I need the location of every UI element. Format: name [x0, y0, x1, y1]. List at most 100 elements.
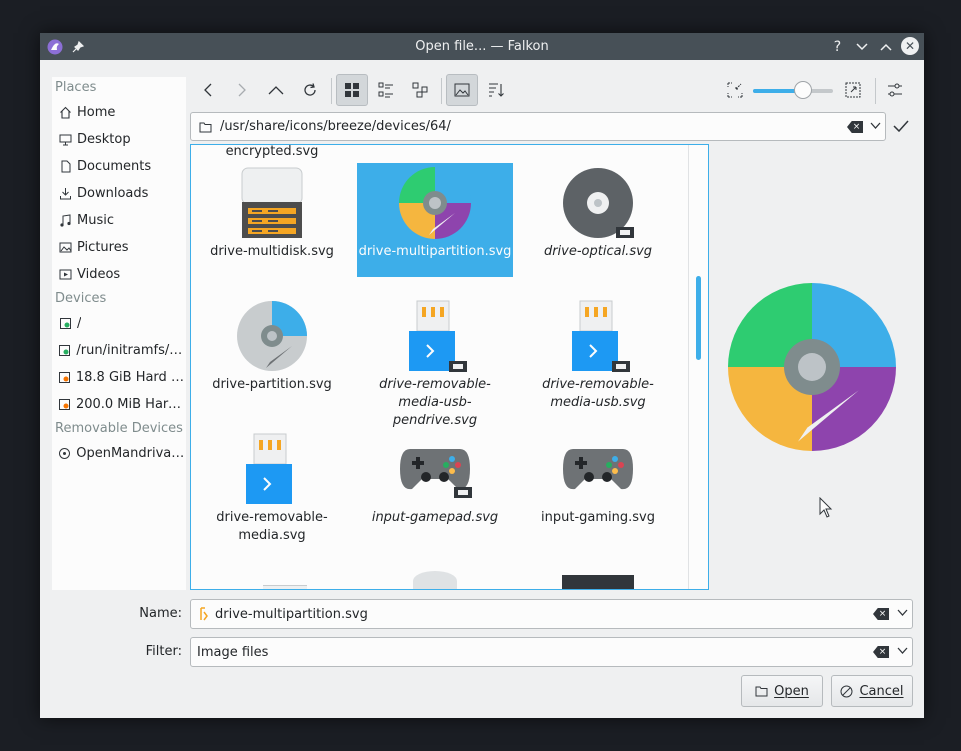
toolbar-separator: [875, 78, 876, 104]
filter-label: Filter:: [145, 644, 182, 659]
chevron-down-icon[interactable]: [897, 607, 908, 620]
gaming-controller-thumbnail: [520, 429, 676, 509]
location-bar[interactable]: /usr/share/icons/breeze/devices/64/ ×: [190, 112, 886, 141]
location-path: /usr/share/icons/breeze/devices/64/: [220, 119, 451, 134]
name-label: Name:: [139, 606, 182, 621]
folder-icon: [199, 121, 212, 133]
toolbar-separator: [331, 78, 332, 104]
place-downloads[interactable]: Downloads: [52, 180, 186, 207]
settings-icon[interactable]: [879, 74, 911, 106]
minimize-icon[interactable]: [852, 37, 871, 56]
drive-icon: [56, 317, 74, 330]
scrollbar-thumb[interactable]: [696, 276, 701, 360]
file-item[interactable]: drive-removable-media.svg: [194, 429, 350, 545]
filename-input[interactable]: drive-multipartition.svg ×: [190, 599, 913, 629]
device-hard-drive-18gib[interactable]: 18.8 GiB Hard D...: [52, 364, 186, 391]
removable-media-thumbnail: [194, 429, 350, 509]
file-name: drive-removable-media.svg: [216, 510, 328, 543]
preview-toggle-icon[interactable]: [446, 74, 478, 106]
mouse-cursor-icon: [819, 496, 833, 523]
tree-view-icon[interactable]: [404, 74, 436, 106]
maximize-icon[interactable]: [876, 37, 895, 56]
help-icon[interactable]: ?: [828, 37, 847, 56]
open-button[interactable]: Open: [741, 675, 823, 707]
zoom-out-icon[interactable]: [719, 74, 751, 106]
close-icon[interactable]: ✕: [901, 37, 919, 55]
drive-multipartition-thumbnail: [357, 163, 513, 243]
file-preview: [728, 283, 896, 451]
removable-openmandriva[interactable]: OpenMandrivaL...: [52, 440, 186, 467]
videos-icon: [56, 268, 74, 281]
title-bar[interactable]: Open file... — Falkon ? ✕: [40, 33, 924, 60]
accept-location-icon[interactable]: [889, 111, 913, 141]
file-name: drive-removable-media-usb.svg: [542, 377, 654, 410]
chevron-down-icon[interactable]: [870, 120, 881, 133]
zoom-in-icon[interactable]: [837, 74, 869, 106]
place-label: Videos: [77, 267, 121, 282]
cancel-button-label: Cancel: [859, 683, 904, 699]
removable-section-header: Removable Devices: [55, 421, 183, 436]
file-item[interactable]: drive-optical.svg: [520, 163, 676, 261]
drive-optical-thumbnail: [520, 163, 676, 243]
place-pictures[interactable]: Pictures: [52, 234, 186, 261]
zoom-slider-handle[interactable]: [793, 81, 812, 99]
file-item[interactable]: input-gaming.svg: [520, 429, 676, 527]
file-view-scrollbar[interactable]: [688, 145, 708, 589]
hard-drive-icon: [56, 371, 73, 384]
devices-section-header: Devices: [55, 291, 107, 306]
file-item[interactable]: drive-removable-media-usb-pendrive.svg: [357, 296, 513, 430]
details-view-icon[interactable]: [370, 74, 402, 106]
file-item[interactable]: input-gamepad.svg: [357, 429, 513, 527]
up-icon[interactable]: [260, 74, 292, 106]
place-label: Desktop: [77, 132, 131, 147]
documents-icon: [56, 160, 74, 173]
file-view[interactable]: encrypted.svg drive-multidisk.svg drive-…: [190, 144, 709, 590]
file-name: drive-multidisk.svg: [210, 244, 334, 259]
place-videos[interactable]: Videos: [52, 261, 186, 288]
clear-filter-icon[interactable]: ×: [873, 646, 889, 658]
place-music[interactable]: Music: [52, 207, 186, 234]
place-label: 200.0 MiB Hard ...: [75, 397, 186, 412]
window-title: Open file... — Falkon: [415, 39, 549, 54]
clear-filename-icon[interactable]: ×: [873, 608, 889, 620]
toolbar-separator: [441, 78, 442, 104]
drive-icon: [56, 344, 73, 357]
place-documents[interactable]: Documents: [52, 153, 186, 180]
zoom-slider[interactable]: [753, 81, 833, 99]
partial-file-thumbnail: [562, 575, 634, 589]
device-root[interactable]: /: [52, 310, 186, 337]
clear-location-icon[interactable]: ×: [847, 121, 863, 133]
pictures-icon: [56, 241, 74, 254]
chevron-down-icon[interactable]: [897, 645, 908, 658]
cancel-button[interactable]: Cancel: [831, 675, 913, 707]
forward-icon[interactable]: [226, 74, 258, 106]
reload-icon[interactable]: [294, 74, 326, 106]
file-name: drive-removable-media-usb-pendrive.svg: [379, 377, 491, 428]
place-home[interactable]: Home: [52, 99, 186, 126]
file-item-encrypted[interactable]: encrypted.svg: [194, 144, 350, 163]
back-icon[interactable]: [192, 74, 224, 106]
place-label: Music: [77, 213, 114, 228]
gamepad-thumbnail: [357, 429, 513, 509]
icons-view-icon[interactable]: [336, 74, 368, 106]
filter-value: Image files: [197, 644, 269, 660]
file-name: encrypted.svg: [225, 144, 319, 159]
file-item[interactable]: drive-removable-media-usb.svg: [520, 296, 676, 412]
removable-drive-icon: [56, 447, 73, 460]
file-item[interactable]: drive-multidisk.svg: [194, 163, 350, 261]
usb-drive-thumbnail: [520, 296, 676, 376]
file-item[interactable]: drive-partition.svg: [194, 296, 350, 394]
filter-combobox[interactable]: Image files ×: [190, 637, 913, 667]
place-desktop[interactable]: Desktop: [52, 126, 186, 153]
device-initramfs[interactable]: /run/initramfs/u...: [52, 337, 186, 364]
place-label: Pictures: [77, 240, 129, 255]
drive-partition-thumbnail: [194, 296, 350, 376]
home-icon: [56, 106, 74, 119]
file-name: input-gaming.svg: [541, 510, 655, 525]
device-hard-drive-200mib[interactable]: 200.0 MiB Hard ...: [52, 391, 186, 418]
file-item-selected[interactable]: drive-multipartition.svg: [357, 163, 513, 277]
sort-icon[interactable]: [480, 74, 512, 106]
place-label: Documents: [77, 159, 152, 174]
open-button-label: Open: [774, 683, 809, 699]
partial-file-thumbnail: [413, 571, 457, 589]
